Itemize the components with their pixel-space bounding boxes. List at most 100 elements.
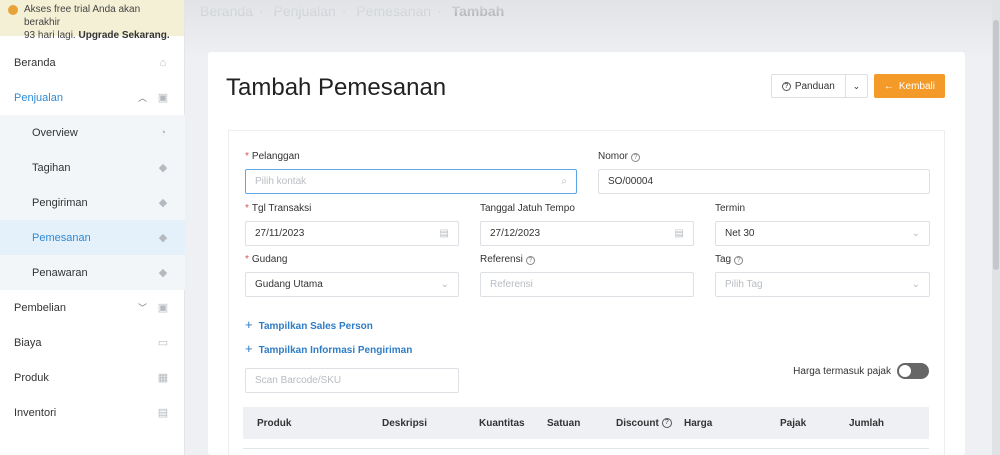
chevron-up-icon: ︿ bbox=[137, 93, 147, 103]
back-button[interactable]: ← Kembali bbox=[873, 74, 945, 98]
info-icon: ? bbox=[631, 153, 641, 162]
guide-button[interactable]: ? Panduan ⌄ bbox=[770, 74, 868, 98]
show-sales-person-label: Tampilkan Sales Person bbox=[258, 321, 373, 332]
sidebar-nav: Beranda ⌂ Penjualan ︿ ▣ Overview ◔ Tagiha… bbox=[0, 45, 185, 430]
warehouse-select[interactable]: Gudang Utama ⌄ bbox=[245, 272, 459, 297]
items-table-header: Produk Deskripsi Kuantitas Satuan Discou… bbox=[243, 407, 929, 439]
barcode-placeholder: Scan Barcode/SKU bbox=[255, 375, 342, 386]
breadcrumb-beranda[interactable]: Beranda bbox=[200, 3, 253, 19]
warehouse-label: Gudang bbox=[251, 254, 288, 265]
sidebar-item-inventori[interactable]: Inventori ▤ bbox=[0, 395, 185, 430]
table-row bbox=[243, 448, 929, 455]
trial-days-text: 93 hari lagi. bbox=[24, 30, 79, 41]
home-icon: ⌂ bbox=[159, 56, 167, 69]
box-icon: ▦ bbox=[157, 371, 169, 384]
shop-icon: ▣ bbox=[157, 91, 169, 104]
tax-inclusive-label: Harga termasuk pajak bbox=[793, 365, 891, 377]
tax-inclusive-toggle[interactable] bbox=[897, 363, 929, 379]
sidebar-item-label: Inventori bbox=[14, 406, 57, 419]
customer-input[interactable]: Pilih kontak ⌕ bbox=[245, 169, 577, 194]
transaction-date-label: Tgl Transaksi bbox=[251, 203, 312, 214]
chevron-down-icon[interactable]: ⌄ bbox=[844, 75, 867, 97]
sidebar-item-tagihan[interactable]: Tagihan ◆ bbox=[0, 150, 185, 185]
arrow-left-icon: ← bbox=[883, 80, 894, 92]
header-actions: ? Panduan ⌄ ← Kembali bbox=[770, 74, 945, 98]
barcode-input[interactable]: Scan Barcode/SKU bbox=[245, 368, 459, 393]
chevron-down-icon: ﹀ bbox=[137, 303, 147, 313]
info-icon: ? bbox=[525, 256, 535, 265]
warning-icon bbox=[8, 5, 18, 15]
info-icon: ? bbox=[661, 418, 672, 428]
upgrade-link[interactable]: Upgrade Sekarang. bbox=[78, 30, 169, 41]
calendar-icon: ▤ bbox=[674, 228, 684, 239]
term-field: Termin Net 30 ⌄ bbox=[715, 203, 930, 246]
chevron-down-icon: ⌄ bbox=[911, 279, 920, 290]
number-value: SO/00004 bbox=[608, 176, 654, 187]
sidebar-item-pembelian[interactable]: Pembelian ﹀ ▣ bbox=[0, 290, 185, 325]
sidebar-item-penjualan[interactable]: Penjualan ︿ ▣ bbox=[0, 80, 185, 115]
col-deskripsi: Deskripsi bbox=[382, 417, 428, 429]
term-select[interactable]: Net 30 ⌄ bbox=[715, 221, 930, 246]
page-title: Tambah Pemesanan bbox=[226, 74, 447, 101]
sidebar-item-label: Beranda bbox=[14, 56, 56, 69]
sidebar-item-penawaran[interactable]: Penawaran ◆ bbox=[0, 255, 185, 290]
transaction-date-value: 27/11/2023 bbox=[255, 228, 305, 239]
show-sales-person-link[interactable]: + Tampilkan Sales Person bbox=[245, 317, 373, 332]
info-icon: ? bbox=[734, 256, 744, 265]
search-icon: ⌕ bbox=[561, 176, 567, 187]
page-scrollbar[interactable] bbox=[992, 0, 1000, 455]
transaction-date-input[interactable]: 27/11/2023 ▤ bbox=[245, 221, 459, 246]
sidebar-item-label: Pembelian bbox=[14, 301, 66, 314]
tag-icon: ◆ bbox=[158, 161, 168, 174]
customer-placeholder: Pilih kontak bbox=[255, 176, 307, 187]
show-shipping-info-link[interactable]: + Tampilkan Informasi Pengiriman bbox=[245, 341, 412, 356]
reference-label: Referensi bbox=[480, 254, 523, 265]
col-discount-label: Discount bbox=[616, 417, 659, 429]
due-date-input[interactable]: 27/12/2023 ▤ bbox=[480, 221, 694, 246]
tag-field: Tag? Pilih Tag ⌄ bbox=[715, 254, 930, 297]
sidebar-item-label: Penawaran bbox=[32, 266, 88, 279]
plus-icon: + bbox=[245, 317, 253, 332]
due-date-value: 27/12/2023 bbox=[490, 228, 541, 239]
reference-input[interactable]: Referensi bbox=[480, 272, 694, 297]
warehouse-icon: ▤ bbox=[157, 406, 169, 419]
card-icon: ▭ bbox=[157, 336, 169, 349]
sidebar-item-produk[interactable]: Produk ▦ bbox=[0, 360, 185, 395]
term-label: Termin bbox=[715, 203, 746, 214]
sidebar-item-beranda[interactable]: Beranda ⌂ bbox=[0, 45, 185, 80]
sidebar-item-label: Pengiriman bbox=[32, 196, 88, 209]
tag-label: Tag bbox=[715, 254, 732, 265]
bag-icon: ▣ bbox=[157, 301, 169, 314]
customer-field: * Pelanggan Pilih kontak ⌕ bbox=[245, 151, 577, 194]
sidebar-item-label: Overview bbox=[32, 126, 78, 139]
pie-icon: ◔ bbox=[159, 126, 167, 139]
sidebar-item-overview[interactable]: Overview ◔ bbox=[0, 115, 185, 150]
warehouse-field: * Gudang Gudang Utama ⌄ bbox=[245, 254, 459, 297]
sidebar-item-label: Penjualan bbox=[14, 91, 63, 104]
chevron-down-icon: ⌄ bbox=[440, 279, 449, 290]
col-produk: Produk bbox=[257, 417, 292, 429]
sidebar-item-label: Produk bbox=[14, 371, 49, 384]
reference-field: Referensi? Referensi bbox=[480, 254, 694, 297]
customer-label: Pelanggan bbox=[251, 151, 300, 162]
breadcrumb-pemesanan[interactable]: Pemesanan bbox=[356, 3, 431, 19]
col-jumlah: Jumlah bbox=[849, 417, 885, 429]
plus-icon: + bbox=[245, 341, 253, 356]
number-field: Nomor? SO/00004 bbox=[598, 151, 930, 194]
warehouse-value: Gudang Utama bbox=[255, 279, 323, 290]
trial-text: Akses free trial Anda akan berakhir bbox=[24, 4, 141, 28]
tag-placeholder: Pilih Tag bbox=[725, 279, 763, 290]
due-date-field: Tanggal Jatuh Tempo 27/12/2023 ▤ bbox=[480, 203, 694, 246]
sidebar-item-label: Biaya bbox=[14, 336, 42, 349]
sidebar-item-pengiriman[interactable]: Pengiriman ◆ bbox=[0, 185, 185, 220]
main-card: Tambah Pemesanan ? Panduan ⌄ ← Kembali * P… bbox=[208, 52, 965, 455]
reference-placeholder: Referensi bbox=[490, 279, 533, 290]
number-input[interactable]: SO/00004 bbox=[598, 169, 930, 194]
sidebar-item-biaya[interactable]: Biaya ▭ bbox=[0, 325, 185, 360]
breadcrumb-penjualan[interactable]: Penjualan bbox=[274, 3, 336, 19]
back-label: Kembali bbox=[898, 80, 935, 92]
tag-select[interactable]: Pilih Tag ⌄ bbox=[715, 272, 930, 297]
breadcrumb: Beranda · Penjualan · Pemesanan · Tambah bbox=[200, 3, 505, 19]
number-label: Nomor bbox=[598, 151, 629, 162]
sidebar-item-pemesanan[interactable]: Pemesanan ◆ bbox=[0, 220, 185, 255]
